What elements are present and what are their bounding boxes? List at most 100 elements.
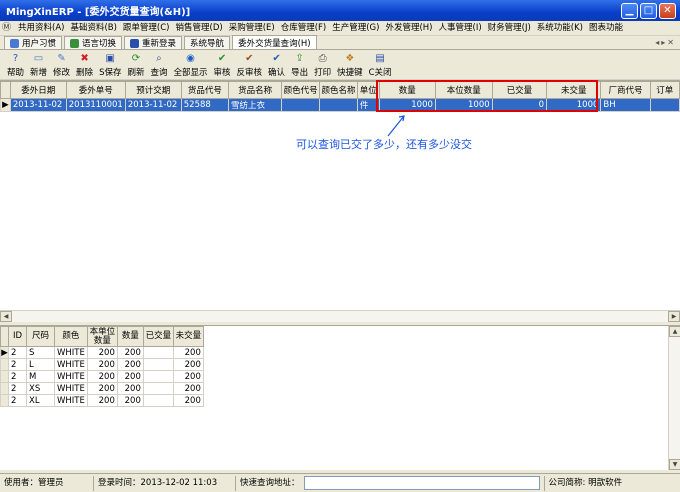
menu-item-warehouse[interactable]: 仓库管理(F) xyxy=(278,21,330,35)
toolbar-button-show-all[interactable]: ◉ 全部显示 xyxy=(171,51,211,79)
tab-user-habit[interactable]: 用户习惯 xyxy=(4,36,63,49)
cell-qty[interactable]: 200 xyxy=(116,346,144,359)
col-header[interactable]: 数量 xyxy=(378,81,436,99)
cell-id[interactable]: 2 xyxy=(8,358,27,371)
col-header[interactable]: 未交量 xyxy=(172,326,204,347)
cell-size[interactable]: XL xyxy=(26,394,55,407)
tab-close-icon[interactable]: ✕ xyxy=(667,38,674,47)
col-header[interactable]: 颜色 xyxy=(54,326,88,347)
col-header[interactable]: 尺码 xyxy=(26,326,55,347)
col-header[interactable]: 数量 xyxy=(116,326,144,347)
tab-scroll-left-icon[interactable]: ◂ xyxy=(655,38,659,47)
scroll-up-icon[interactable]: ▲ xyxy=(669,326,680,337)
toolbar-button-print[interactable]: ⎙ 打印 xyxy=(311,51,334,79)
tab-relogin[interactable]: 重新登录 xyxy=(124,36,183,49)
tab-outsource-delivery-query[interactable]: 委外交货量查询(H) xyxy=(232,35,317,49)
tab-scroll-right-icon[interactable]: ▸ xyxy=(661,38,665,47)
table-row[interactable]: 2 L WHITE 200 200 200 xyxy=(0,358,204,371)
toolbar-button-refresh[interactable]: ⟳ 刷新 xyxy=(124,51,147,79)
cell-undelivered[interactable]: 200 xyxy=(172,358,204,371)
cell-color[interactable]: WHITE xyxy=(54,394,88,407)
cell-size[interactable]: XS xyxy=(26,382,55,395)
cell-size[interactable]: L xyxy=(26,358,55,371)
toolbar-button-unapprove[interactable]: ✔ 反审核 xyxy=(234,51,266,79)
cell-undelivered[interactable]: 200 xyxy=(172,346,204,359)
cell-expected-date[interactable]: 2013-11-02 xyxy=(124,98,182,112)
menu-item-charts[interactable]: 图表功能 xyxy=(586,21,626,35)
col-header[interactable]: 委外单号 xyxy=(65,81,126,99)
main-grid-hscrollbar[interactable]: ◀ ▶ xyxy=(0,310,680,322)
cell-base-qty[interactable]: 200 xyxy=(86,370,118,383)
tab-language[interactable]: 语言切换 xyxy=(64,36,123,49)
scroll-right-icon[interactable]: ▶ xyxy=(668,311,680,322)
cell-base-qty[interactable]: 200 xyxy=(86,394,118,407)
menu-item-system[interactable]: 系统功能(K) xyxy=(534,21,586,35)
toolbar-button-save[interactable]: ▣ S保存 xyxy=(96,51,124,79)
cell-delivered[interactable] xyxy=(142,358,174,371)
cell-size[interactable]: S xyxy=(26,346,55,359)
table-row[interactable]: 2 XL WHITE 200 200 200 xyxy=(0,394,204,407)
scroll-track[interactable] xyxy=(669,337,680,459)
toolbar-button-approve[interactable]: ✔ 审核 xyxy=(211,51,234,79)
scroll-left-icon[interactable]: ◀ xyxy=(0,311,12,322)
col-header[interactable]: 货品代号 xyxy=(180,81,230,99)
col-header[interactable]: 本位数量 xyxy=(434,81,493,99)
cell-qty[interactable]: 200 xyxy=(116,382,144,395)
menu-item-purchasing[interactable]: 采购管理(E) xyxy=(226,21,278,35)
cell-base-qty[interactable]: 200 xyxy=(86,382,118,395)
cell-unit[interactable]: 件 xyxy=(356,98,380,112)
cell-base-qty[interactable]: 200 xyxy=(86,358,118,371)
cell-undelivered[interactable]: 200 xyxy=(172,382,204,395)
col-header[interactable]: ID xyxy=(8,326,27,347)
cell-delivered[interactable]: 0 xyxy=(491,98,548,112)
cell-size[interactable]: M xyxy=(26,370,55,383)
cell-base-quantity[interactable]: 1000 xyxy=(434,98,493,112)
scroll-down-icon[interactable]: ▼ xyxy=(669,459,680,470)
col-header[interactable]: 委外日期 xyxy=(9,81,67,99)
cell-id[interactable]: 2 xyxy=(8,382,27,395)
cell-undelivered[interactable]: 200 xyxy=(172,370,204,383)
cell-color[interactable]: WHITE xyxy=(54,382,88,395)
cell-qty[interactable]: 200 xyxy=(116,370,144,383)
cell-color[interactable]: WHITE xyxy=(54,358,88,371)
cell-color-name[interactable] xyxy=(319,98,358,112)
col-header[interactable]: 货品名称 xyxy=(228,81,283,99)
toolbar-button-shortcut[interactable]: ❖ 快捷键 xyxy=(334,51,366,79)
col-header[interactable]: 单位 xyxy=(356,81,380,99)
cell-base-qty[interactable]: 200 xyxy=(86,346,118,359)
cell-quantity[interactable]: 1000 xyxy=(378,98,436,112)
cell-undelivered[interactable]: 1000 xyxy=(546,98,602,112)
cell-color[interactable]: WHITE xyxy=(54,370,88,383)
col-header[interactable]: 未交量 xyxy=(546,81,602,99)
cell-outsource-no[interactable]: 2013110001 xyxy=(65,98,126,112)
scroll-track[interactable] xyxy=(12,311,668,322)
cell-order[interactable] xyxy=(649,98,680,112)
cell-delivered[interactable] xyxy=(142,346,174,359)
cell-color[interactable]: WHITE xyxy=(54,346,88,359)
table-row[interactable]: ▶ 2013-11-02 2013110001 2013-11-02 52588… xyxy=(0,98,680,112)
toolbar-button-close-doc[interactable]: ▤ C关闭 xyxy=(366,51,395,79)
table-row[interactable]: ▶ 2 S WHITE 200 200 200 xyxy=(0,346,204,359)
menu-item-shared-data[interactable]: 共用资料(A) xyxy=(15,21,67,35)
toolbar-button-help[interactable]: ? 帮助 xyxy=(4,51,27,79)
menu-item-production[interactable]: 生产管理(G) xyxy=(329,21,382,35)
col-header[interactable]: 订单 xyxy=(649,81,680,99)
cell-color-code[interactable] xyxy=(281,98,321,112)
cell-id[interactable]: 2 xyxy=(8,370,27,383)
col-header[interactable]: 已交量 xyxy=(491,81,548,99)
minimize-button[interactable]: ▁ xyxy=(621,2,638,19)
close-button[interactable]: ✕ xyxy=(659,2,676,19)
cell-outsource-date[interactable]: 2013-11-02 xyxy=(9,98,67,112)
col-header[interactable]: 厂商代号 xyxy=(600,81,651,99)
cell-delivered[interactable] xyxy=(142,382,174,395)
col-header[interactable]: 本单位数量 xyxy=(86,326,118,347)
col-header[interactable]: 颜色代号 xyxy=(281,81,321,99)
menu-item-outsourcing[interactable]: 外发管理(H) xyxy=(382,21,435,35)
table-row[interactable]: 2 XS WHITE 200 200 200 xyxy=(0,382,204,395)
toolbar-button-export[interactable]: ⇪ 导出 xyxy=(288,51,311,79)
toolbar-button-new-document[interactable]: ▭ 新增 xyxy=(27,51,50,79)
maximize-button[interactable]: □ xyxy=(640,2,657,19)
menu-item-hr[interactable]: 人事管理(I) xyxy=(436,21,485,35)
cell-delivered[interactable] xyxy=(142,394,174,407)
menu-item-order-tracking[interactable]: 跟单管理(C) xyxy=(120,21,173,35)
